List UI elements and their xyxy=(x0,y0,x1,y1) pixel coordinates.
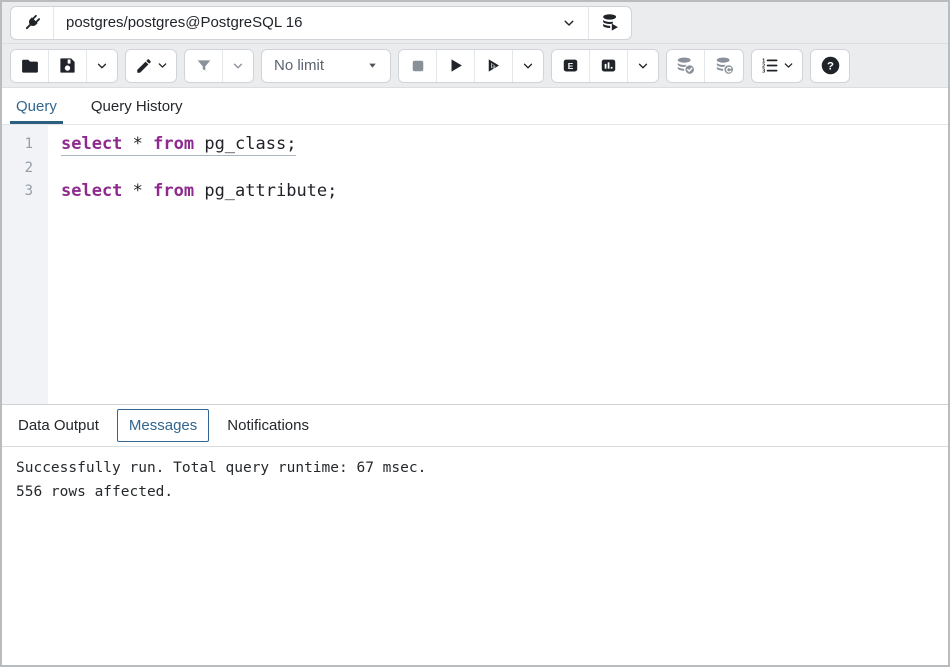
results-tabbar: Data Output Messages Notifications xyxy=(2,404,948,447)
chevron-down-icon xyxy=(157,60,168,71)
sql-code-area[interactable]: select * from pg_class; select * from pg… xyxy=(48,125,948,404)
line-number: 1 xyxy=(2,133,48,157)
chevron-down-icon xyxy=(783,60,794,71)
pencil-icon xyxy=(135,57,153,75)
transaction-button-group xyxy=(666,49,744,83)
svg-text:E: E xyxy=(568,61,574,71)
file-button-group xyxy=(10,49,118,83)
execute-script-button[interactable] xyxy=(475,50,513,82)
rollback-button[interactable] xyxy=(705,50,743,82)
sql-keyword: from xyxy=(153,134,194,154)
row-limit-value: No limit xyxy=(274,57,324,74)
sql-keyword: select xyxy=(61,181,122,201)
chevron-down-icon xyxy=(562,16,576,30)
database-connect-icon xyxy=(600,12,621,33)
tab-notifications-label: Notifications xyxy=(227,417,309,434)
connection-status-cell xyxy=(11,7,54,39)
sql-text: pg_class; xyxy=(194,134,296,154)
svg-text:3: 3 xyxy=(762,69,765,75)
tab-notifications[interactable]: Notifications xyxy=(225,410,311,441)
play-icon xyxy=(446,56,465,75)
tab-messages-label: Messages xyxy=(129,417,197,434)
bar-chart-badge-icon xyxy=(599,56,618,75)
message-line: Successfully run. Total query runtime: 6… xyxy=(16,456,934,480)
sql-keyword: select xyxy=(61,134,122,154)
help-button[interactable]: ? xyxy=(811,50,849,82)
sql-text: * xyxy=(122,134,153,154)
sql-line-2 xyxy=(61,157,948,181)
row-limit-select[interactable]: No limit xyxy=(261,49,391,83)
tab-query-label: Query xyxy=(16,98,57,115)
message-line: 556 rows affected. xyxy=(16,480,934,504)
messages-panel: Successfully run. Total query runtime: 6… xyxy=(2,447,948,665)
filter-button[interactable] xyxy=(185,50,223,82)
line-number: 3 xyxy=(2,180,48,204)
stop-button[interactable] xyxy=(399,50,437,82)
sql-text: * xyxy=(122,181,153,201)
plug-icon xyxy=(21,12,43,34)
numbered-list-icon: 1 2 3 xyxy=(760,56,779,75)
caret-down-icon xyxy=(367,60,378,71)
help-button-group: ? xyxy=(810,49,850,83)
folder-icon xyxy=(20,56,40,76)
tab-messages[interactable]: Messages xyxy=(117,409,209,442)
editor-tabbar: Query Query History xyxy=(2,88,948,125)
line-number: 2 xyxy=(2,157,48,181)
explain-button[interactable]: E xyxy=(552,50,590,82)
macros-button-group: 1 2 3 xyxy=(751,49,803,83)
chevron-down-icon xyxy=(522,60,534,72)
tab-query[interactable]: Query xyxy=(16,88,57,124)
connection-select-value: postgres/postgres@PostgreSQL 16 xyxy=(66,14,302,31)
executed-query-underline: select * from pg_class; xyxy=(61,134,296,156)
execute-button[interactable] xyxy=(437,50,475,82)
question-circle-icon: ? xyxy=(820,55,841,76)
tab-data-output-label: Data Output xyxy=(18,417,99,434)
tab-query-history-label: Query History xyxy=(91,98,183,115)
commit-button[interactable] xyxy=(667,50,705,82)
play-cursor-icon xyxy=(484,56,503,75)
edit-button[interactable] xyxy=(126,50,176,82)
tab-query-history[interactable]: Query History xyxy=(91,88,183,124)
line-number-gutter: 1 2 3 xyxy=(2,125,48,404)
connection-group: postgres/postgres@PostgreSQL 16 xyxy=(10,6,632,40)
explain-analyze-button[interactable] xyxy=(590,50,628,82)
execute-button-group xyxy=(398,49,544,83)
query-toolbar: No limit xyxy=(2,44,948,88)
sql-editor: 1 2 3 select * from pg_class; select * f… xyxy=(2,125,948,404)
chevron-down-icon xyxy=(637,60,649,72)
filter-button-group xyxy=(184,49,254,83)
chevron-down-icon xyxy=(232,60,244,72)
sql-line-3: select * from pg_attribute; xyxy=(61,180,948,204)
save-options-button[interactable] xyxy=(87,50,117,82)
open-file-button[interactable] xyxy=(11,50,49,82)
macros-button[interactable]: 1 2 3 xyxy=(752,50,802,82)
explain-options-button[interactable] xyxy=(628,50,658,82)
database-check-icon xyxy=(675,55,696,76)
svg-text:?: ? xyxy=(827,61,834,73)
filter-options-button[interactable] xyxy=(223,50,253,82)
save-button[interactable] xyxy=(49,50,87,82)
edit-button-group xyxy=(125,49,177,83)
database-undo-icon xyxy=(714,55,735,76)
chevron-down-icon xyxy=(96,60,108,72)
sql-line-1: select * from pg_class; xyxy=(61,133,948,157)
filter-icon xyxy=(195,57,213,75)
stop-icon xyxy=(409,57,427,75)
new-connection-button[interactable] xyxy=(589,7,631,39)
query-tool-window: postgres/postgres@PostgreSQL 16 xyxy=(0,0,950,667)
sql-text: pg_attribute; xyxy=(194,181,337,201)
execute-options-button[interactable] xyxy=(513,50,543,82)
connection-bar: postgres/postgres@PostgreSQL 16 xyxy=(2,2,948,44)
sql-keyword: from xyxy=(153,181,194,201)
explain-badge-icon: E xyxy=(561,56,580,75)
floppy-save-icon xyxy=(58,56,77,75)
connection-select[interactable]: postgres/postgres@PostgreSQL 16 xyxy=(54,7,589,39)
tab-data-output[interactable]: Data Output xyxy=(16,410,101,441)
explain-button-group: E xyxy=(551,49,659,83)
